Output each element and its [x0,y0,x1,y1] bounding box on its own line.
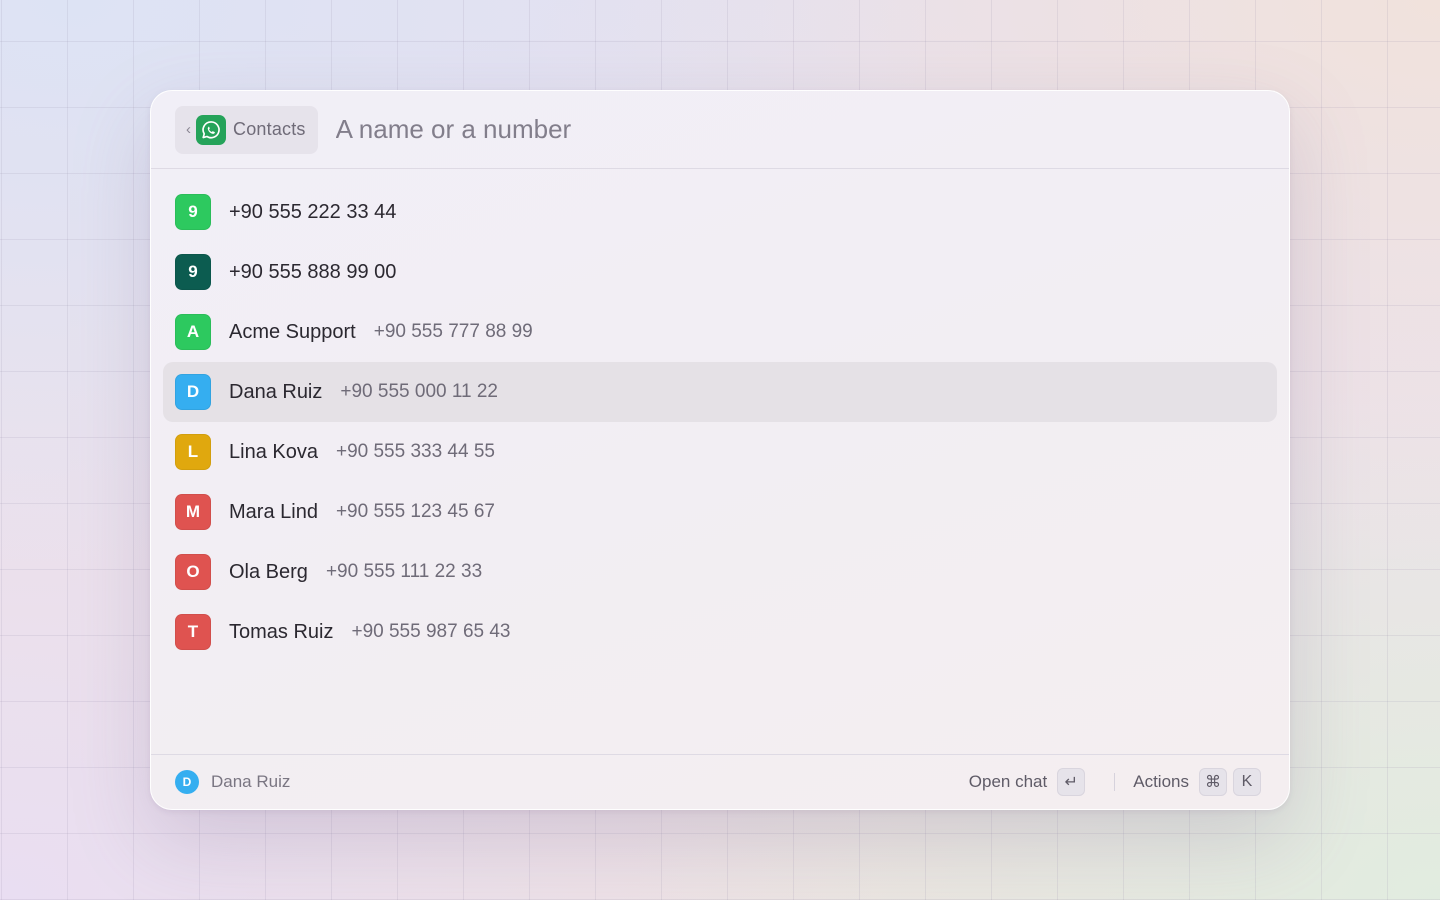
contact-row[interactable]: M Mara Lind +90 555 123 45 67 [163,482,1277,542]
contact-name: Lina Kova [229,440,318,463]
contact-avatar: L [175,434,211,470]
contact-phone: +90 555 987 65 43 [351,621,511,642]
search-bar: ‹ Contacts [151,91,1289,169]
chevron-left-icon: ‹ [186,121,191,138]
contact-avatar: T [175,614,211,650]
contact-avatar: M [175,494,211,530]
contact-name: Ola Berg [229,560,308,583]
contact-name: Tomas Ruiz [229,620,334,643]
back-button[interactable]: ‹ Contacts [175,105,318,154]
contact-row[interactable]: 9 +90 555 888 99 00 [163,242,1277,302]
contact-name: Dana Ruiz [229,380,323,403]
contact-row[interactable]: L Lina Kova +90 555 333 44 55 [163,422,1277,482]
open-chat-label: Open chat [968,772,1048,791]
contact-row[interactable]: A Acme Support +90 555 777 88 99 [163,302,1277,362]
contact-avatar: D [175,374,211,410]
contact-phone: +90 555 111 22 33 [325,561,483,582]
contact-avatar: A [175,314,211,350]
contact-name: +90 555 222 33 44 [229,200,397,223]
selected-contact-name: Dana Ruiz [211,772,291,791]
whatsapp-icon [196,114,226,145]
actions-menu-action[interactable]: Actions ⌘ K [1133,768,1261,796]
contact-row[interactable]: D Dana Ruiz +90 555 000 11 22 [163,362,1277,422]
contact-name: +90 555 888 99 00 [229,260,397,283]
contact-phone: +90 555 123 45 67 [335,501,495,522]
contact-avatar: 9 [175,194,211,230]
contact-phone: +90 555 777 88 99 [373,321,533,342]
back-label: Contacts [233,119,306,139]
footer-divider [1114,773,1116,791]
return-key-icon: ↵ [1057,768,1086,796]
command-key-icon: ⌘ [1199,768,1227,796]
launcher-window: ‹ Contacts 9 +90 555 222 33 44 9 +90 555 88… [150,90,1290,810]
contact-phone: +90 555 000 11 22 [340,381,498,402]
actions-label: Actions [1133,772,1189,791]
contact-row[interactable]: T Tomas Ruiz +90 555 987 65 43 [163,602,1277,662]
action-bar: D Dana Ruiz Open chat ↵ Actions ⌘ K [151,754,1289,809]
contact-avatar: O [175,554,211,590]
contact-list: 9 +90 555 222 33 44 9 +90 555 888 99 00 A Acm… [151,169,1289,662]
selected-contact-avatar: D [175,770,199,794]
contact-avatar: 9 [175,254,211,290]
k-key: K [1233,768,1261,796]
contact-row[interactable]: O Ola Berg +90 555 111 22 33 [163,542,1277,602]
open-chat-action[interactable]: Open chat ↵ [968,768,1086,796]
contact-name: Mara Lind [229,500,318,523]
contact-phone: +90 555 333 44 55 [335,441,495,462]
search-input[interactable] [335,114,1036,145]
contact-row[interactable]: 9 +90 555 222 33 44 [163,182,1277,242]
contact-name: Acme Support [229,320,356,343]
